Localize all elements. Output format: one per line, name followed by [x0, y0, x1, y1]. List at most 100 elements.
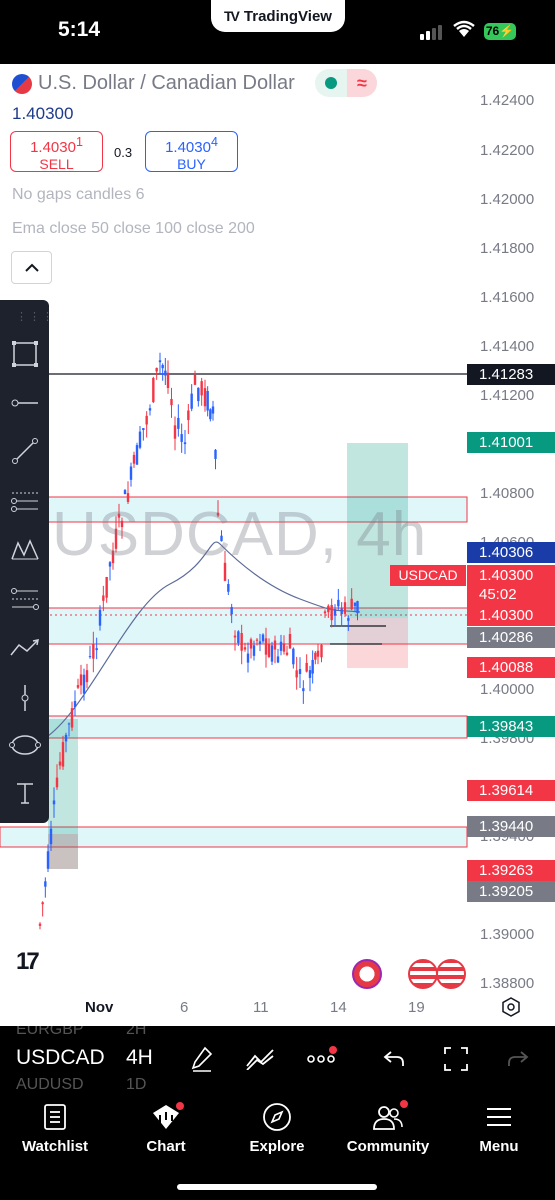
candle-body	[129, 466, 133, 480]
price-tag-zone-low: 1.39843	[467, 716, 555, 737]
usd-event-icon[interactable]	[436, 959, 466, 989]
symbol-row[interactable]: U.S. Dollar / Canadian Dollar	[12, 72, 295, 95]
candle-body	[264, 638, 268, 655]
candle-body	[350, 598, 353, 610]
candle-body	[138, 431, 142, 448]
ellipse-tool-button[interactable]	[0, 722, 49, 768]
cad-event-icon[interactable]	[352, 959, 382, 989]
buy-button[interactable]: 1.40304 BUY	[145, 131, 238, 172]
indicator-no-gaps[interactable]: No gaps candles 6	[12, 186, 145, 204]
fullscreen-button[interactable]	[440, 1044, 472, 1074]
forecast-tool-button[interactable]	[0, 625, 49, 671]
drawing-mode-button[interactable]	[186, 1044, 218, 1074]
rectangle-icon	[11, 341, 38, 367]
collapse-legend-button[interactable]	[11, 251, 52, 284]
candle-body	[237, 631, 240, 644]
next-timeframe[interactable]: 1D	[126, 1076, 146, 1092]
price-range-icon	[21, 685, 28, 711]
candle-body	[44, 881, 47, 887]
projection-tool-button[interactable]	[0, 576, 49, 622]
candle-body	[76, 685, 80, 688]
compass-icon	[263, 1103, 291, 1131]
fullscreen-icon	[444, 1047, 468, 1071]
price-tag-level-5: 1.39440	[467, 816, 555, 837]
chart-area[interactable]: USDCAD, 4h U.S. Dollar / Canadian Dollar…	[0, 64, 555, 1026]
drawing-toolbar[interactable]: ⋮⋮⋮	[0, 300, 53, 823]
time-axis-label: 11	[253, 999, 269, 1016]
text-icon	[16, 783, 33, 804]
sell-button[interactable]: 1.40301 SELL	[10, 131, 103, 172]
price-tag-level-1: 1.41283	[467, 364, 555, 385]
candle-body	[92, 643, 95, 659]
candle-body	[320, 644, 323, 658]
more-dots-icon	[307, 1055, 335, 1063]
candle-body	[193, 375, 197, 385]
trend-line-tool-button[interactable]	[0, 428, 49, 474]
chart-watermark: USDCAD, 4h	[52, 500, 428, 569]
candle-body	[206, 391, 209, 411]
price-range-tool-button[interactable]	[0, 675, 49, 721]
tab-community[interactable]: Community	[338, 1100, 438, 1155]
indicators-button[interactable]	[244, 1044, 276, 1074]
redo-icon	[508, 1051, 529, 1066]
candle-body	[161, 364, 164, 369]
ellipse-icon	[8, 735, 41, 755]
candle-body	[187, 410, 190, 421]
tab-explore[interactable]: Explore	[227, 1100, 327, 1155]
price-axis-label: 1.39000	[480, 926, 535, 943]
sell-price-sup: 1	[75, 135, 83, 149]
candle-body	[177, 417, 180, 429]
market-status-toggle[interactable]: ≈	[315, 69, 377, 97]
candle-body	[267, 644, 271, 657]
candle-body	[102, 595, 105, 601]
status-time: 5:14	[58, 18, 101, 41]
candle-body	[135, 445, 139, 465]
candle-body	[41, 902, 44, 905]
candle-body	[227, 584, 230, 592]
rectangle-tool-button[interactable]	[0, 331, 49, 377]
chart-toolbar[interactable]: EURGBP 2H USDCAD 4H AUDUSD 1D	[0, 1026, 555, 1092]
candle-body	[61, 742, 65, 767]
price-axis-label: 1.41400	[480, 338, 535, 355]
symbol-selector[interactable]: USDCAD	[16, 1046, 105, 1070]
tab-menu[interactable]: Menu	[449, 1100, 549, 1155]
next-symbol[interactable]: AUDUSD	[16, 1076, 84, 1092]
tradingview-logo-icon: TV	[224, 8, 240, 24]
current-price: 1.40300	[479, 567, 534, 584]
timeframe-selector[interactable]: 4H	[126, 1046, 153, 1070]
notification-badge	[329, 1046, 337, 1054]
candle-body	[209, 409, 212, 420]
prev-symbol[interactable]: EURGBP	[16, 1026, 84, 1039]
redo-button[interactable]	[502, 1044, 534, 1074]
buy-label: BUY	[177, 156, 206, 172]
more-button[interactable]	[305, 1044, 337, 1074]
candle-body	[249, 639, 253, 649]
pen-icon	[191, 1046, 213, 1072]
price-axis-label: 1.41800	[480, 240, 535, 257]
price-axis-label: 1.40800	[480, 485, 535, 502]
indicator-ema[interactable]: Ema close 50 close 100 close 200	[12, 220, 255, 238]
toolbar-grip-icon[interactable]: ⋮⋮⋮	[16, 310, 55, 323]
pattern-icon	[10, 539, 39, 560]
candle-body	[145, 415, 148, 425]
tradingview-pill[interactable]: TV TradingView	[211, 0, 345, 32]
horizontal-ray-tool-button[interactable]	[0, 380, 49, 426]
candle-body	[95, 648, 98, 651]
pattern-tool-button[interactable]	[0, 527, 49, 573]
last-price: 1.40300	[12, 104, 74, 123]
sell-price: 1.40301	[11, 135, 102, 156]
price-axis-label: 1.41600	[480, 289, 535, 306]
candle-body	[292, 648, 295, 665]
candle-body	[38, 923, 42, 926]
undo-button[interactable]	[378, 1044, 410, 1074]
chart-settings-icon[interactable]	[500, 996, 522, 1018]
tab-watchlist[interactable]: Watchlist	[5, 1100, 105, 1155]
prev-timeframe[interactable]: 2H	[126, 1026, 146, 1039]
text-tool-button[interactable]	[0, 770, 49, 816]
candle-body	[308, 670, 312, 678]
tab-chart[interactable]: Chart	[116, 1100, 216, 1155]
usd-event-icon[interactable]	[408, 959, 438, 989]
fib-tool-button[interactable]	[0, 478, 49, 524]
candle-body	[58, 761, 62, 766]
candle-body	[276, 656, 280, 663]
